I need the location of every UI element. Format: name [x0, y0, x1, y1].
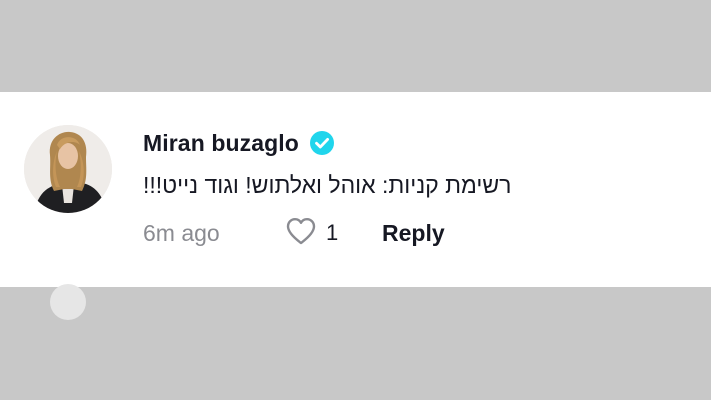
verified-badge-icon: [309, 130, 335, 156]
comment-text: רשימת קניות: אוהל ואלתוש! וגוד נייט!!!: [143, 172, 512, 198]
next-comment-avatar: [50, 284, 86, 320]
reply-button[interactable]: Reply: [382, 220, 445, 247]
username-row: Miran buzaglo: [143, 129, 335, 157]
heart-outline-icon[interactable]: [285, 217, 317, 250]
comment-card: Miran buzaglo רשימת קניות: אוהל ואלתוש! …: [0, 92, 711, 320]
avatar[interactable]: [24, 125, 112, 213]
comment-timestamp: 6m ago: [143, 219, 220, 246]
like-button[interactable]: 1: [285, 217, 382, 250]
like-count: 1: [326, 220, 339, 245]
username[interactable]: Miran buzaglo: [143, 130, 299, 157]
comment-actions: 6m ago 1 Reply: [143, 217, 445, 250]
avatar-photo: [24, 125, 112, 213]
